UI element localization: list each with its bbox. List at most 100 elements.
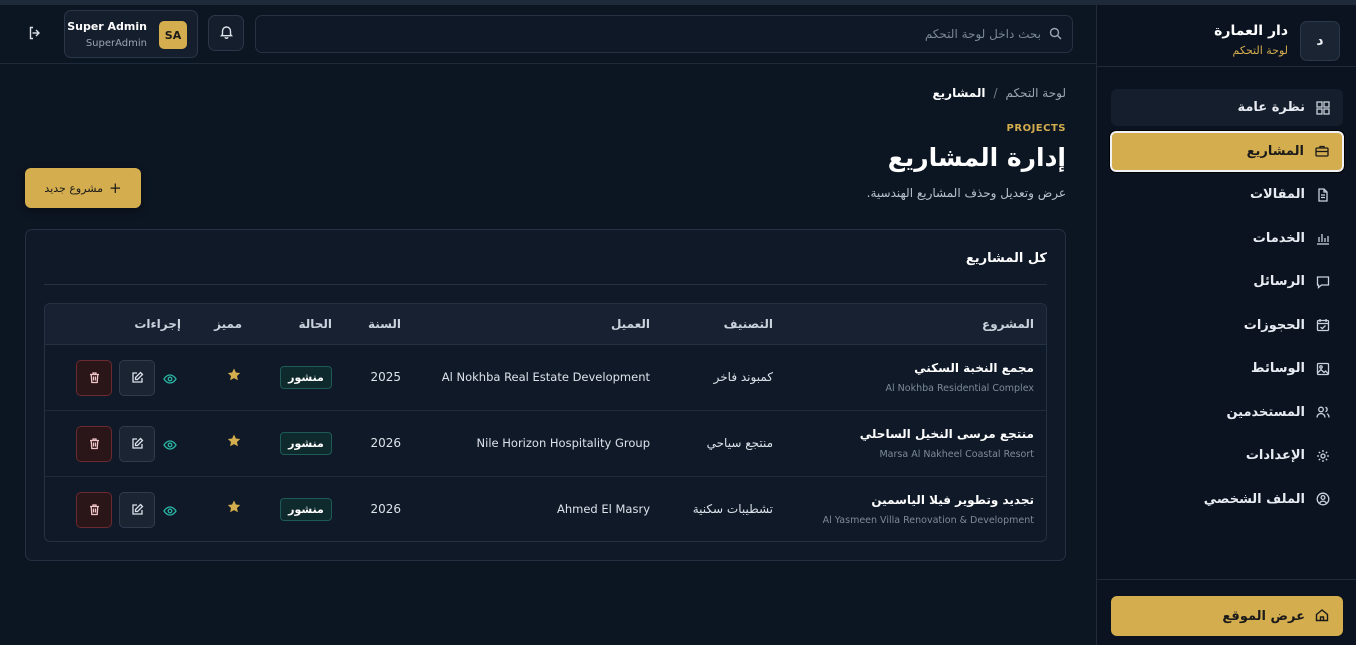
column-header-project[interactable]: المشروع <box>982 317 1034 331</box>
bar-chart-icon <box>1315 230 1331 246</box>
message-icon <box>1315 274 1331 290</box>
edit-icon <box>131 369 144 388</box>
star-icon[interactable] <box>226 499 242 515</box>
delete-button[interactable] <box>76 360 112 396</box>
user-name: Super Admin <box>67 20 147 33</box>
project-year: 2026 <box>370 502 401 516</box>
sidebar-item-label: الخدمات <box>1252 230 1305 246</box>
sidebar-item-label: المقالات <box>1249 187 1305 202</box>
search-icon <box>1049 25 1062 44</box>
project-category: كمبوند فاخر <box>713 370 773 384</box>
sidebar-item-settings[interactable]: الإعدادات <box>1111 437 1343 474</box>
user-menu[interactable]: SA Super Admin SuperAdmin <box>64 10 198 58</box>
eye-icon[interactable] <box>163 371 177 385</box>
project-category: منتجع سياحي <box>706 436 773 450</box>
page-description: عرض وتعديل وحذف المشاريع الهندسية. <box>866 186 1066 200</box>
sidebar-item-label: الملف الشخصي <box>1203 491 1305 507</box>
edit-button[interactable] <box>119 426 155 462</box>
breadcrumb-separator: / <box>993 86 998 100</box>
projects-table: المشروع التصنيف العميل السنة الحالة مميز… <box>44 303 1047 542</box>
edit-icon <box>131 435 144 454</box>
project-name-ar: تجديد وتطوير فيلا الياسمين <box>871 493 1034 507</box>
project-name-en: Al Nokhba Residential Complex <box>885 383 1035 394</box>
edit-button[interactable] <box>119 360 155 396</box>
delete-button[interactable] <box>76 426 112 462</box>
breadcrumb-root[interactable]: لوحة التحكم <box>1006 86 1067 100</box>
star-icon[interactable] <box>226 433 242 449</box>
star-icon[interactable] <box>226 367 242 383</box>
edit-button[interactable] <box>119 492 155 528</box>
eye-icon[interactable] <box>163 503 177 517</box>
home-icon <box>1315 607 1329 626</box>
breadcrumb-current: المشاريع <box>932 86 986 100</box>
image-icon <box>1315 361 1331 377</box>
grid-icon <box>1315 100 1331 116</box>
sidebar-item-label: المستخدمين <box>1226 404 1305 420</box>
column-header-featured[interactable]: مميز <box>214 317 242 331</box>
project-name-ar: منتجع مرسى النخيل الساحلي <box>859 427 1034 441</box>
project-client: Nile Horizon Hospitality Group <box>476 436 650 450</box>
logout-button[interactable] <box>24 24 46 46</box>
sidebar-item-profile[interactable]: الملف الشخصي <box>1111 481 1343 518</box>
calendar-check-icon <box>1315 317 1331 333</box>
gear-icon <box>1315 448 1331 464</box>
project-client: Al Nokhba Real Estate Development <box>441 370 650 384</box>
sidebar-nav: نظرة عامة المشاريع المقالات الخدمات الرس… <box>1109 89 1345 524</box>
trash-icon <box>88 435 101 454</box>
project-year: 2026 <box>370 436 401 450</box>
edit-icon <box>131 501 144 520</box>
sidebar-item-services[interactable]: الخدمات <box>1111 220 1343 257</box>
table-row[interactable]: منتجع مرسى النخيل الساحلي Marsa Al Nakhe… <box>45 411 1046 477</box>
sidebar-item-bookings[interactable]: الحجوزات <box>1111 307 1343 344</box>
app-frame: د دار العمارة لوحة التحكم نظرة عامة المش… <box>0 0 1356 645</box>
page-eyebrow: PROJECTS <box>1006 123 1066 134</box>
sidebar-item-label: الحجوزات <box>1243 317 1305 333</box>
card-divider <box>44 284 1047 285</box>
user-circle-icon <box>1315 491 1331 507</box>
status-badge: منشور <box>280 366 332 389</box>
delete-button[interactable] <box>76 492 112 528</box>
sidebar-item-media[interactable]: الوسائط <box>1111 350 1343 387</box>
table-row[interactable]: مجمع النخبة السكني Al Nokhba Residential… <box>45 345 1046 411</box>
briefcase-icon <box>1314 143 1330 159</box>
column-header-actions: إجراءات <box>134 317 181 331</box>
search-input[interactable] <box>281 27 1041 41</box>
sidebar-item-messages[interactable]: الرسائل <box>1111 263 1343 300</box>
top-header: SA Super Admin SuperAdmin <box>0 5 1096 64</box>
breadcrumb: لوحة التحكم / المشاريع <box>932 86 1066 100</box>
sidebar-item-label: نظرة عامة <box>1237 100 1305 115</box>
column-header-category[interactable]: التصنيف <box>724 317 773 331</box>
eye-icon[interactable] <box>163 437 177 451</box>
project-name-ar: مجمع النخبة السكني <box>914 361 1034 375</box>
plus-icon: + <box>108 178 122 197</box>
column-header-year[interactable]: السنة <box>368 317 401 331</box>
trash-icon <box>88 369 101 388</box>
search-box[interactable] <box>255 15 1073 53</box>
brand-name: دار العمارة <box>1214 23 1288 39</box>
sidebar-item-label: الإعدادات <box>1245 448 1305 463</box>
column-header-status[interactable]: الحالة <box>298 317 332 331</box>
project-client: Ahmed El Masry <box>557 502 650 516</box>
new-project-label: مشروع جديد <box>44 181 103 195</box>
bell-icon <box>219 24 234 43</box>
brand-subtitle: لوحة التحكم <box>1232 44 1288 57</box>
sidebar-item-label: المشاريع <box>1246 143 1304 159</box>
brand-divider <box>1097 66 1356 67</box>
sidebar-item-projects[interactable]: المشاريع <box>1109 129 1345 173</box>
trash-icon <box>88 501 101 520</box>
view-site-button[interactable]: عرض الموقع <box>1111 596 1343 636</box>
brand[interactable]: د دار العمارة لوحة التحكم <box>1110 21 1340 61</box>
user-role: SuperAdmin <box>85 38 147 49</box>
sidebar-item-users[interactable]: المستخدمين <box>1111 394 1343 431</box>
column-header-client[interactable]: العميل <box>611 317 650 331</box>
sidebar-bottom-divider <box>1097 579 1356 580</box>
notifications-button[interactable] <box>208 15 244 51</box>
new-project-button[interactable]: + مشروع جديد <box>25 168 141 208</box>
sidebar-item-label: الرسائل <box>1253 274 1305 289</box>
brand-logo: د <box>1300 21 1340 61</box>
page-title: إدارة المشاريع <box>887 143 1066 172</box>
project-category: تشطيبات سكنية <box>692 502 773 516</box>
sidebar-item-articles[interactable]: المقالات <box>1111 176 1343 213</box>
sidebar-item-overview[interactable]: نظرة عامة <box>1111 89 1343 126</box>
table-row[interactable]: تجديد وتطوير فيلا الياسمين Al Yasmeen Vi… <box>45 477 1046 541</box>
